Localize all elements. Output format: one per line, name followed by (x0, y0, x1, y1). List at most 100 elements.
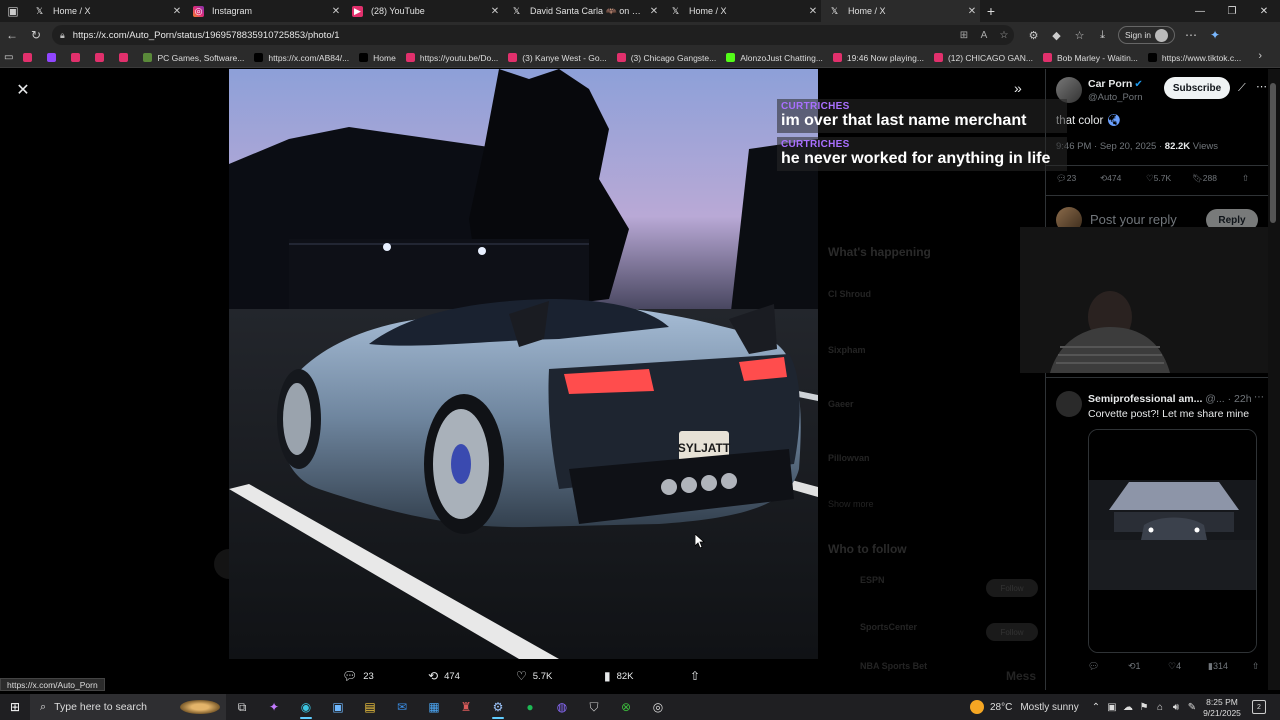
bookmark-item[interactable]: https://x.com/AB84/... (254, 53, 349, 63)
copilot-icon[interactable]: ✦ (1203, 23, 1227, 47)
bookmark-item[interactable] (95, 53, 109, 62)
reply-author-avatar[interactable] (1056, 391, 1082, 417)
bookmark-item[interactable]: AlonzoJust Chatting... (726, 53, 823, 63)
favorites-icon[interactable]: ☆ (1068, 29, 1091, 42)
bookmark-item[interactable] (71, 53, 85, 62)
subscribe-button[interactable]: Subscribe (1164, 77, 1230, 99)
scrollbar[interactable] (1268, 69, 1280, 690)
shield-icon[interactable]: ⛉ (578, 694, 610, 720)
tray-app-icon[interactable]: ▣ (1104, 702, 1120, 713)
close-tab-icon[interactable]: ✕ (805, 6, 821, 17)
tray-chevron-icon[interactable]: ⌃ (1088, 702, 1104, 713)
weather-widget[interactable]: 28°C Mostly sunny (970, 694, 1079, 720)
read-aloud-icon[interactable]: A (974, 30, 994, 41)
scrollbar-thumb[interactable] (1270, 83, 1276, 223)
spotify-icon[interactable]: ● (514, 694, 546, 720)
bookmark-item[interactable] (23, 53, 37, 62)
like-stat[interactable]: ♡ 4 (1168, 661, 1181, 672)
close-tab-icon[interactable]: ✕ (487, 6, 503, 17)
edge-browser-icon[interactable]: ◉ (290, 694, 322, 720)
close-tab-icon[interactable]: ✕ (964, 6, 980, 17)
close-tab-icon[interactable]: ✕ (328, 6, 344, 17)
more-menu-icon[interactable]: ⋯ (1179, 23, 1203, 47)
extension-icon[interactable]: ◆ (1045, 29, 1068, 42)
outlook-icon[interactable]: ✉ (386, 694, 418, 720)
grok-icon[interactable]: ⟋ (1238, 82, 1246, 95)
refresh-icon[interactable]: ↻ (24, 23, 48, 47)
app-install-icon[interactable]: ⊞ (954, 30, 974, 41)
tab-actions-icon[interactable]: ▣ (0, 0, 26, 22)
task-view-icon[interactable]: ⧉ (226, 694, 258, 720)
windows-start-icon[interactable]: ⊞ (0, 694, 30, 720)
reply-media[interactable] (1088, 429, 1257, 653)
bookmark-item[interactable]: PC Games, Software... (143, 53, 244, 63)
browser-tab[interactable]: 𝕏 David Santa Carla 🦇 on X: "In th ✕ (503, 0, 662, 22)
bookmark-item[interactable]: (12) CHICAGO GAN... (933, 53, 1033, 63)
bookmarks-menu-icon[interactable]: ▭ (4, 52, 13, 63)
like-action[interactable]: ♡ 5.7K (516, 669, 552, 683)
like-stat[interactable]: ♡ 5.7K (1146, 173, 1171, 184)
share-action[interactable]: ⇧ (690, 669, 706, 683)
bookmark-item[interactable]: (3) Kanye West - Go... (508, 53, 607, 63)
url-field[interactable]: 🔒︎ https://x.com/Auto_Porn/status/196957… (52, 25, 1014, 45)
expand-sidebar-icon[interactable]: » (1014, 80, 1022, 96)
bookmark-item[interactable]: https://youtu.be/Do... (405, 53, 498, 63)
downloads-icon[interactable]: ⤓ (1091, 29, 1114, 42)
tray-app-icon[interactable]: ⚑ (1136, 702, 1152, 713)
bookmark-stat[interactable]: 🔖︎ 288 (1192, 173, 1217, 184)
volume-icon[interactable]: 🔊︎ (1168, 702, 1184, 713)
game-app-icon[interactable]: ♜ (450, 694, 482, 720)
obs-icon[interactable]: ◎ (642, 694, 674, 720)
steam-icon[interactable]: ⚙ (482, 694, 514, 720)
views-action[interactable]: ▮ 82K (604, 669, 634, 683)
bookmark-item[interactable]: Home (359, 53, 396, 63)
repost-stat[interactable]: ⟲ 1 (1128, 661, 1141, 672)
reply-author[interactable]: Semiprofessional am... @... · 22h (1088, 393, 1252, 405)
close-icon[interactable]: ✕ (14, 81, 32, 99)
repost-stat[interactable]: ⟲ 474 (1100, 173, 1121, 184)
bookmark-item[interactable]: https://www.tiktok.c... (1147, 53, 1241, 63)
bookmark-item[interactable] (119, 53, 133, 62)
network-icon[interactable]: ⌂ (1152, 702, 1168, 713)
tweet-time[interactable]: 9:46 PM · Sep 20, 2025 · (1056, 141, 1165, 152)
browser-tab[interactable]: ▶ (28) YouTube ✕ (344, 0, 503, 22)
browser-tab[interactable]: 𝕏 Home / X ✕ (662, 0, 821, 22)
sign-in-button[interactable]: Sign in (1118, 26, 1175, 44)
pen-icon[interactable]: ✎ (1184, 702, 1200, 713)
reply-action[interactable]: 💬︎ 23 (342, 669, 374, 683)
xbox-icon[interactable]: ⊗ (610, 694, 642, 720)
file-explorer-icon[interactable]: ▤ (354, 694, 386, 720)
bookmark-item[interactable] (47, 53, 61, 62)
bookmark-item[interactable]: Bob Marley - Waitin... (1042, 53, 1138, 63)
views-stat[interactable]: ▮ 314 (1208, 661, 1228, 672)
favorite-star-icon[interactable]: ☆ (994, 30, 1014, 41)
tray-app-icon[interactable]: ☁ (1120, 702, 1136, 713)
close-tab-icon[interactable]: ✕ (169, 6, 185, 17)
new-tab-icon[interactable]: + (980, 0, 1002, 22)
back-icon[interactable]: ← (0, 23, 24, 47)
author-handle[interactable]: @Auto_Porn (1088, 92, 1143, 103)
browser-tab[interactable]: 𝕏 Home / X ✕ (26, 0, 185, 22)
share-icon[interactable]: ⇧ (1242, 173, 1249, 184)
more-options-icon[interactable]: ⋯ (1256, 80, 1267, 93)
extensions-icon[interactable]: ⚙ (1022, 29, 1045, 42)
reply-input[interactable]: Post your reply (1090, 212, 1177, 227)
reply-tweet[interactable]: Semiprofessional am... @... · 22h ⋯ Corv… (1056, 391, 1266, 681)
tweet-photo[interactable]: SYLJATT (229, 69, 818, 659)
share-icon[interactable]: ⇧ (1252, 661, 1260, 672)
bookmark-item[interactable]: (3) Chicago Gangste... (616, 53, 716, 63)
more-bookmarks-chevron-icon[interactable]: › (1258, 50, 1262, 62)
close-tab-icon[interactable]: ✕ (646, 6, 662, 17)
photos-icon[interactable]: ▦ (418, 694, 450, 720)
repost-action[interactable]: ⟲ 474 (428, 669, 460, 683)
browser-tab-active[interactable]: 𝕏 Home / X ✕ (821, 0, 980, 22)
bookmark-item[interactable]: 19:46 Now playing... (832, 53, 924, 63)
copilot-app-icon[interactable]: ✦ (258, 694, 290, 720)
close-window-icon[interactable]: ✕ (1248, 0, 1280, 22)
taskbar-clock[interactable]: 8:25 PM 9/21/2025 (1200, 697, 1244, 719)
maximize-icon[interactable]: ❐ (1216, 0, 1248, 22)
discord-icon[interactable]: ◍ (546, 694, 578, 720)
author-name[interactable]: Car Porn ✔ (1088, 78, 1143, 90)
reply-stat[interactable]: 💬︎ (1088, 661, 1099, 672)
store-icon[interactable]: ▣ (322, 694, 354, 720)
